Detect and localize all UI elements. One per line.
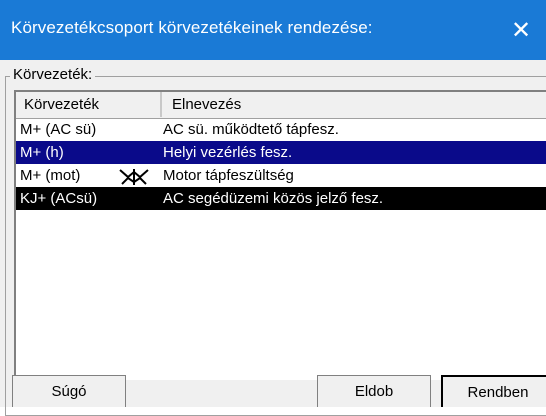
list-row[interactable]: M+ (mot) Motor tápfeszültség <box>16 164 546 187</box>
column-header-korvezetek[interactable]: Körvezeték <box>16 92 162 117</box>
row-code: M+ (AC sü) <box>20 121 97 138</box>
row-name: AC segédüzemi közös jelző fesz. <box>163 190 384 207</box>
list-row[interactable]: M+ (AC sü) AC sü. működtető tápfesz. <box>16 118 546 141</box>
column-header-elnevezes[interactable]: Elnevezés <box>164 92 546 117</box>
ok-button[interactable]: Rendben <box>441 375 546 407</box>
row-code: M+ (h) <box>20 144 64 161</box>
row-code: KJ+ (ACsü) <box>20 190 98 207</box>
row-name: AC sü. működtető tápfesz. <box>163 121 339 138</box>
list-view[interactable]: Körvezeték Elnevezés M+ (AC sü) AC sü. m… <box>14 90 546 380</box>
list-row-selected[interactable]: M+ (h) Helyi vezérlés fesz. <box>16 141 546 164</box>
discard-button[interactable]: Eldob <box>317 375 431 407</box>
dialog-client-area: Körvezeték: Körvezeték Elnevezés M+ (AC … <box>0 60 546 416</box>
list-rows: M+ (AC sü) AC sü. működtető tápfesz. M+ … <box>16 118 546 210</box>
drag-move-icon <box>119 169 149 185</box>
group-label: Körvezeték: <box>10 66 96 83</box>
row-name: Motor tápfeszültség <box>163 167 294 184</box>
window-title: Körvezetékcsoport körvezetékeinek rendez… <box>11 18 373 37</box>
close-icon: ✕ <box>510 16 532 44</box>
list-row-highlighted[interactable]: KJ+ (ACsü) AC segédüzemi közös jelző fes… <box>16 187 546 210</box>
list-header: Körvezeték Elnevezés <box>16 92 546 119</box>
row-name: Helyi vezérlés fesz. <box>163 144 293 161</box>
row-code: M+ (mot) <box>20 167 81 184</box>
help-button[interactable]: Súgó <box>12 375 126 407</box>
title-bar: Körvezetékcsoport körvezetékeinek rendez… <box>0 0 546 60</box>
close-button[interactable]: ✕ <box>496 0 546 60</box>
